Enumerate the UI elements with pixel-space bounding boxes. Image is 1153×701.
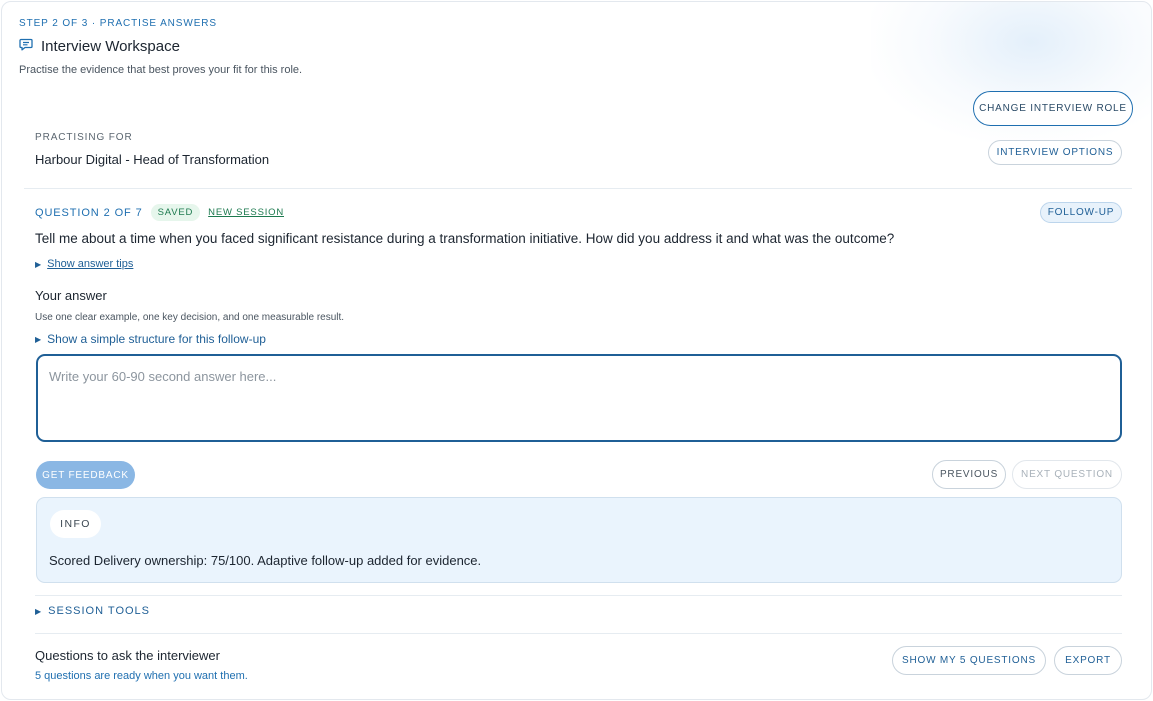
question-text: Tell me about a time when you faced sign… <box>35 231 895 246</box>
practising-for-role: Harbour Digital - Head of Transformation <box>35 152 270 167</box>
change-interview-role-button[interactable]: CHANGE INTERVIEW ROLE <box>973 91 1133 126</box>
info-message: Scored Delivery ownership: 75/100. Adapt… <box>49 553 482 568</box>
practising-for-label: PRACTISING FOR <box>35 132 133 143</box>
session-tools-label: SESSION TOOLS <box>48 605 151 617</box>
previous-button[interactable]: PREVIOUS <box>932 460 1006 489</box>
info-tag: INFO <box>50 510 101 538</box>
answer-tips-toggle[interactable]: ▶ Show answer tips <box>35 258 133 270</box>
page-title: Interview Workspace <box>41 38 180 55</box>
section-divider <box>35 595 1122 596</box>
answer-tips-label: Show answer tips <box>47 258 134 270</box>
triangle-right-icon: ▶ <box>35 606 43 616</box>
triangle-right-icon: ▶ <box>35 259 42 269</box>
follow-up-badge: FOLLOW-UP <box>1040 202 1122 223</box>
page-subtitle: Practise the evidence that best proves y… <box>19 64 303 76</box>
session-tools-toggle[interactable]: ▶ SESSION TOOLS <box>35 605 150 617</box>
step-indicator: STEP 2 OF 3 · PRACTISE ANSWERS <box>19 18 217 29</box>
answer-hint: Use one clear example, one key decision,… <box>35 312 345 323</box>
export-button[interactable]: EXPORT <box>1054 646 1122 675</box>
interview-options-button[interactable]: INTERVIEW OPTIONS <box>988 140 1122 165</box>
your-answer-label: Your answer <box>35 288 107 303</box>
answer-textarea[interactable] <box>36 354 1122 442</box>
structure-toggle-label: Show a simple structure for this follow-… <box>47 332 266 346</box>
new-session-link[interactable]: NEW SESSION <box>208 207 284 218</box>
get-feedback-button[interactable]: GET FEEDBACK <box>36 461 135 489</box>
show-questions-button[interactable]: SHOW MY 5 QUESTIONS <box>892 646 1046 675</box>
structure-toggle[interactable]: ▶ Show a simple structure for this follo… <box>35 332 266 346</box>
saved-badge: SAVED <box>150 204 201 221</box>
page-title-row: Interview Workspace <box>19 37 180 56</box>
next-question-button[interactable]: NEXT QUESTION <box>1012 460 1122 489</box>
question-counter: QUESTION 2 OF 7 <box>35 206 143 219</box>
section-divider <box>35 633 1122 634</box>
info-panel: INFO Scored Delivery ownership: 75/100. … <box>36 497 1122 583</box>
question-meta: QUESTION 2 OF 7 SAVED NEW SESSION <box>35 204 284 221</box>
workspace-card: STEP 2 OF 3 · PRACTISE ANSWERS Interview… <box>1 1 1152 700</box>
interviewer-questions-subtitle: 5 questions are ready when you want them… <box>35 670 248 682</box>
chat-bubble-icon <box>19 37 33 56</box>
triangle-right-icon: ▶ <box>35 334 42 344</box>
section-divider <box>24 188 1132 189</box>
interviewer-questions-title: Questions to ask the interviewer <box>35 648 220 663</box>
